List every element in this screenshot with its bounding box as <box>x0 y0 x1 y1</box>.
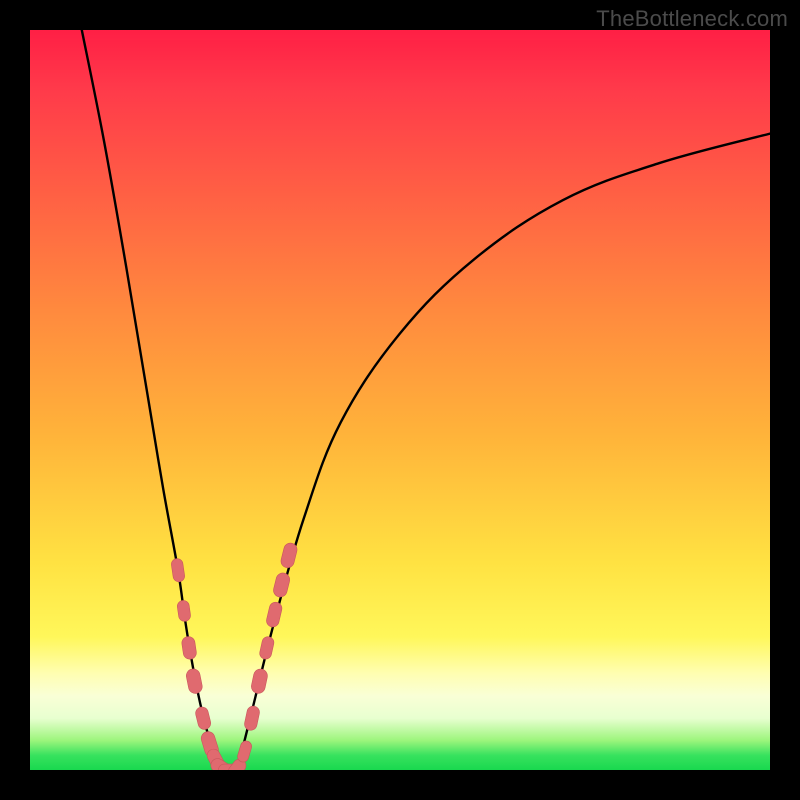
bead <box>185 668 203 695</box>
bead <box>250 668 269 695</box>
bead <box>280 542 299 569</box>
bead <box>243 705 260 731</box>
curve-right-branch <box>237 134 770 770</box>
bead <box>236 740 253 764</box>
bead <box>259 636 275 661</box>
plot-area <box>30 30 770 770</box>
curve-left-branch <box>82 30 223 770</box>
watermark-text: TheBottleneck.com <box>596 6 788 32</box>
bead <box>265 601 283 628</box>
bead-cluster <box>171 542 299 770</box>
bead <box>177 600 192 622</box>
bead <box>272 572 291 599</box>
curve-layer <box>30 30 770 770</box>
bead <box>171 558 186 583</box>
chart-frame: TheBottleneck.com <box>0 0 800 800</box>
bead <box>181 636 197 660</box>
bead <box>194 706 212 731</box>
